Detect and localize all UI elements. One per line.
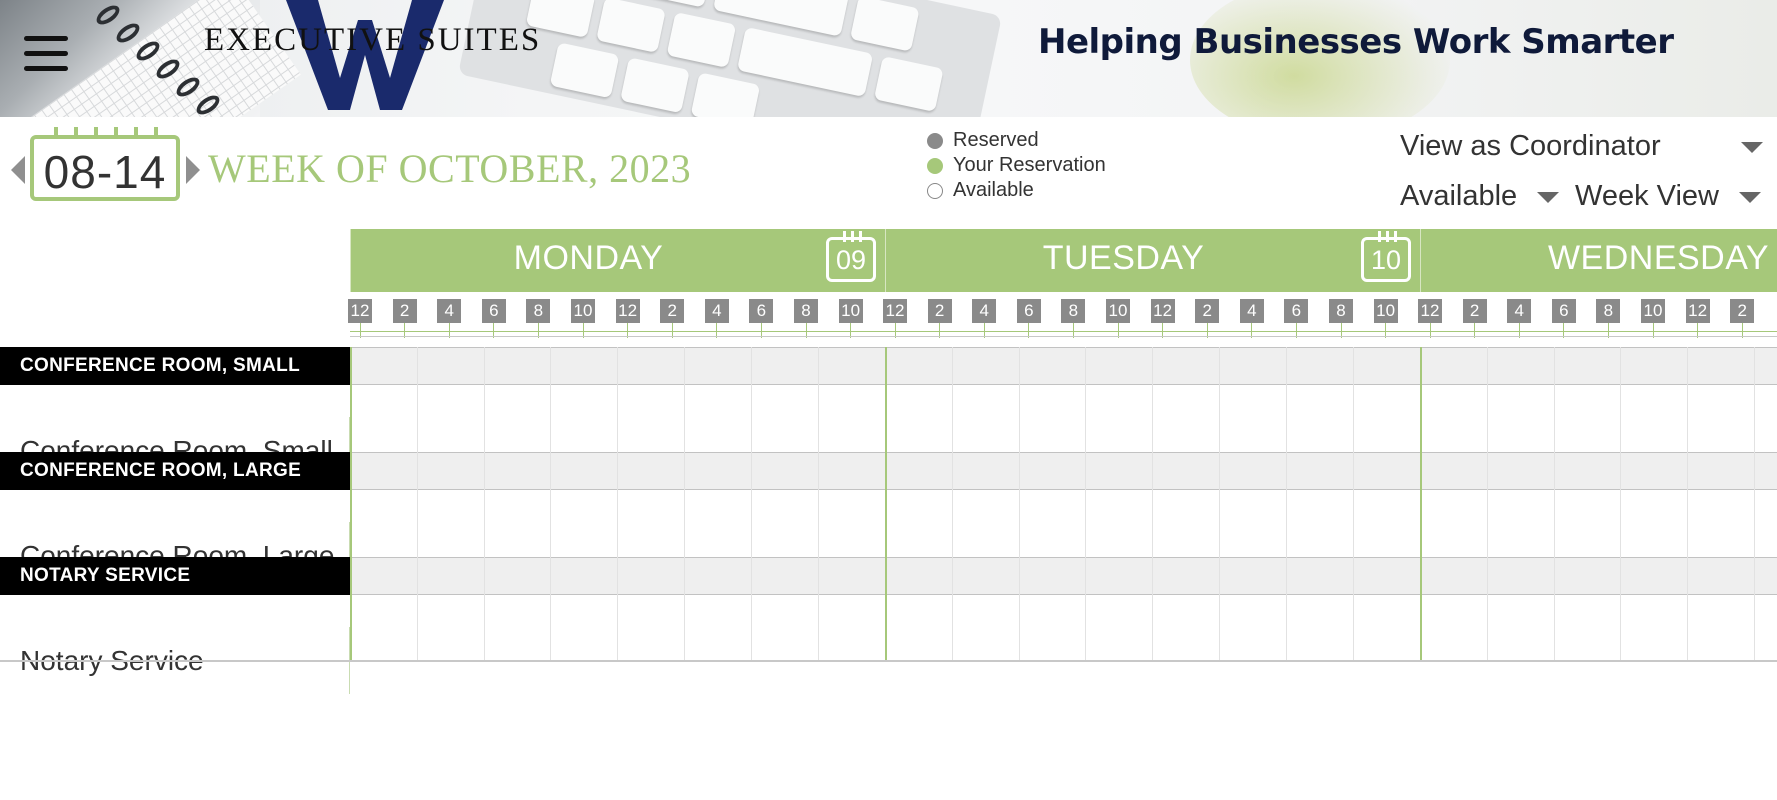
view-mode-label: Week View (1575, 180, 1719, 212)
hour-label: 2 (1730, 299, 1755, 323)
availability-filter-label: Available (1400, 180, 1518, 212)
day-header: WEDNESDAY (1420, 229, 1777, 292)
hour-label: 10 (1373, 299, 1398, 323)
day-name: TUESDAY (1042, 239, 1205, 277)
view-mode-dropdown[interactable]: Week View (1575, 180, 1762, 213)
category-label: CONFERENCE ROOM, SMALL (0, 347, 350, 385)
day-name: MONDAY (513, 239, 664, 277)
hour-label: 2 (1462, 299, 1487, 323)
day-header: MONDAY 09 (350, 229, 885, 292)
hour-label: 10 (838, 299, 863, 323)
day-date: 09 (835, 245, 867, 275)
category-row: CONFERENCE ROOM, SMALL (0, 347, 1777, 385)
hour-label: 8 (794, 299, 818, 323)
hour-label: 6 (481, 299, 506, 323)
hour-label: 2 (392, 299, 417, 323)
hour-label: 2 (927, 299, 952, 323)
legend: Reserved Your Reservation Available (927, 128, 1106, 203)
tagline: Helping Businesses Work Smarter (1038, 22, 1674, 62)
category-label: CONFERENCE ROOM, LARGE (0, 452, 350, 490)
hour-label: 8 (1329, 299, 1353, 323)
hour-label: 8 (526, 299, 551, 323)
category-row: NOTARY SERVICE (0, 557, 1777, 595)
hour-label: 4 (704, 299, 729, 323)
hour-label: 12 (1418, 299, 1442, 323)
category-label: NOTARY SERVICE (0, 557, 350, 595)
prev-week-icon[interactable] (11, 156, 25, 184)
hour-label: 8 (1596, 299, 1621, 323)
header-banner: EXECUTIVE SUITES Helping Businesses Work… (0, 0, 1777, 117)
logo-text: EXECUTIVE SUITES (204, 22, 542, 58)
hour-label: 10 (1641, 299, 1665, 323)
chevron-down-icon (1739, 191, 1762, 203)
hour-label: 6 (749, 299, 774, 323)
hamburger-menu-icon[interactable] (24, 36, 68, 76)
calendar-icon[interactable]: 09 (826, 231, 876, 282)
available-dot-icon (927, 182, 943, 199)
legend-item-reserved: Reserved (927, 128, 1106, 153)
hour-label: 12 (615, 299, 640, 323)
hour-label: 10 (571, 299, 595, 323)
date-range-badge: 08-14 (30, 127, 180, 201)
legend-item-your-reservation: Your Reservation (927, 153, 1106, 178)
availability-filter-dropdown[interactable]: Available (1400, 180, 1560, 213)
reserved-dot-icon (927, 132, 943, 149)
category-row: CONFERENCE ROOM, LARGE (0, 452, 1777, 490)
hour-label: 6 (1016, 299, 1041, 323)
hour-label: 12 (883, 299, 907, 323)
hour-label: 2 (1195, 299, 1220, 323)
legend-label: Your Reservation (953, 154, 1106, 176)
hour-label: 12 (1150, 299, 1175, 323)
day-header: TUESDAY 10 (885, 229, 1420, 292)
legend-label: Available (953, 179, 1034, 201)
hour-label: 6 (1284, 299, 1309, 323)
legend-item-available: Available (927, 178, 1106, 203)
hour-label: 12 (348, 299, 372, 323)
hour-label: 12 (1685, 299, 1710, 323)
view-as-label: View as Coordinator (1400, 130, 1661, 162)
date-range-value: 08-14 (43, 146, 167, 198)
legend-label: Reserved (953, 129, 1039, 151)
next-week-icon[interactable] (186, 156, 200, 184)
hour-label: 8 (1061, 299, 1086, 323)
hour-label: 2 (660, 299, 685, 323)
week-title: WEEK OF OCTOBER, 2023 (208, 146, 692, 191)
hour-label: 4 (1239, 299, 1264, 323)
your-reservation-dot-icon (927, 157, 943, 174)
chevron-down-icon (1537, 191, 1560, 203)
day-date: 10 (1370, 245, 1402, 275)
calendar-icon[interactable]: 10 (1361, 231, 1411, 282)
hour-label: 10 (1106, 299, 1130, 323)
day-name: WEDNESDAY (1547, 239, 1770, 277)
hour-label: 4 (1507, 299, 1532, 323)
view-as-dropdown[interactable]: View as Coordinator (1400, 130, 1763, 163)
hour-label: 6 (1551, 299, 1576, 323)
spiral-ring (93, 1, 123, 29)
hour-label: 4 (437, 299, 462, 323)
schedule-grid: MONDAY 09 12 2 4 6 8 10 12 2 4 6 8 10 TUESDAY 10 12 2 4 6 8 1… (0, 229, 1777, 694)
chevron-down-icon (1740, 141, 1763, 153)
hour-label: 4 (972, 299, 997, 323)
